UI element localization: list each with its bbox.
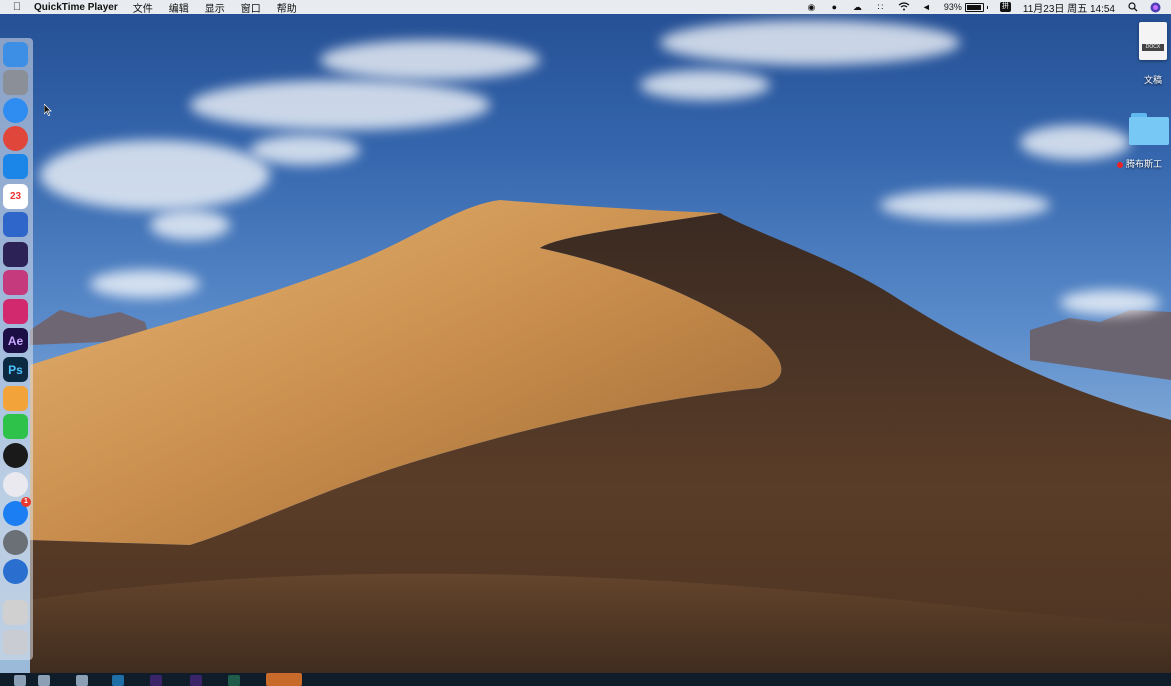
input-method-icon[interactable]: 拼: [999, 2, 1011, 12]
after-effects-icon[interactable]: Ae: [3, 328, 28, 353]
cloud: [40, 140, 270, 210]
wifi-icon[interactable]: [898, 2, 910, 12]
taskbar-file-icon[interactable]: [228, 675, 240, 686]
battery-indicator[interactable]: 93%: [944, 2, 988, 12]
finder-icon[interactable]: [3, 42, 28, 67]
taskbar-network-icon[interactable]: [14, 675, 26, 686]
safari-compass-icon[interactable]: [3, 98, 28, 123]
folder-icon: [1129, 113, 1169, 145]
cloud: [1060, 290, 1160, 315]
music-note-icon[interactable]: [3, 472, 28, 497]
mail-icon[interactable]: [3, 154, 28, 179]
qq-icon[interactable]: ●: [829, 2, 840, 12]
siri-icon[interactable]: [1150, 2, 1161, 13]
app-store-icon[interactable]: 1: [3, 497, 31, 526]
cloud: [1020, 125, 1130, 160]
dock: 23 Ae Ps 1: [0, 38, 33, 660]
calendar-label: 23: [9, 191, 22, 202]
menu-window[interactable]: 窗口: [241, 0, 261, 15]
taskbar-premiere-icon[interactable]: [190, 675, 202, 686]
spotlight-search-icon[interactable]: [1127, 2, 1138, 12]
intellij-icon[interactable]: [3, 299, 28, 324]
trash-icon[interactable]: [3, 630, 28, 655]
menu-help[interactable]: 帮助: [277, 0, 297, 15]
screen-record-icon[interactable]: ◉: [806, 2, 817, 12]
taskbar-search-icon[interactable]: [38, 675, 50, 686]
qq-penguin-icon[interactable]: [3, 443, 28, 468]
battery-percent: 93%: [943, 2, 962, 12]
printer-icon[interactable]: [3, 600, 28, 625]
cloud: [640, 70, 770, 100]
notification-badge: 1: [21, 497, 31, 507]
desktop:  QuickTime Player 文件 编辑 显示 窗口 帮助 ◉ ● ☁ …: [0, 0, 1171, 686]
cloud: [250, 135, 360, 165]
battery-icon: [964, 2, 984, 12]
gear-icon[interactable]: [3, 530, 28, 555]
volume-icon[interactable]: ◄: [921, 2, 932, 12]
photoshop-icon[interactable]: Ps: [3, 357, 28, 382]
butterfly-icon[interactable]: [3, 386, 28, 411]
desktop-folder-label: 腾布斯工: [1117, 157, 1171, 170]
wechat-icon[interactable]: [3, 414, 28, 439]
docx-file-icon: DOCX: [1139, 22, 1167, 60]
mouse-cursor-icon: [44, 104, 52, 116]
bottom-taskbar: [0, 673, 1171, 686]
taskbar-active-app-icon[interactable]: [266, 673, 302, 686]
photoshop-label: Ps: [8, 362, 23, 377]
menu-edit[interactable]: 编辑: [169, 0, 189, 15]
red-tag-icon: [1117, 161, 1123, 168]
app-menu-quicktime[interactable]: QuickTime Player: [34, 2, 118, 13]
date-time[interactable]: 11月23日 周五 14:54: [1023, 0, 1115, 15]
desktop-folder[interactable]: 腾布斯工: [1117, 113, 1171, 170]
apple-logo-icon[interactable]: : [0, 1, 34, 13]
taskbar-premiere-icon[interactable]: [150, 675, 162, 686]
bluetooth-icon[interactable]: ∷: [875, 2, 886, 12]
mojave-dune-wallpaper: [30, 200, 1171, 673]
launchpad-rocket-icon[interactable]: [3, 70, 28, 95]
eclipse-icon[interactable]: [3, 242, 28, 267]
desktop-file-docs[interactable]: DOCX 文稿: [1135, 22, 1171, 86]
menu-file[interactable]: 文件: [133, 0, 153, 15]
cloud: [320, 40, 540, 80]
calendar-icon[interactable]: 23: [3, 184, 28, 209]
chrome-icon[interactable]: [3, 126, 28, 151]
task-check-icon[interactable]: [3, 212, 28, 237]
menu-bar:  QuickTime Player 文件 编辑 显示 窗口 帮助 ◉ ● ☁ …: [0, 0, 1171, 15]
cloud: [880, 190, 1050, 220]
quicktime-icon[interactable]: [3, 559, 28, 584]
desktop-file-label: 文稿: [1143, 75, 1162, 85]
after-effects-label: Ae: [7, 333, 24, 348]
menu-view[interactable]: 显示: [205, 0, 225, 15]
cloud: [150, 210, 230, 240]
taskbar-photoshop-icon[interactable]: [112, 675, 124, 686]
cloud: [660, 20, 960, 65]
cloud: [190, 80, 490, 130]
cloud-icon[interactable]: ☁: [852, 2, 863, 12]
clapper-icon[interactable]: [3, 270, 28, 295]
taskbar-gear-icon[interactable]: [76, 675, 88, 686]
status-area: ◉ ● ☁ ∷ ◄ 93% 拼 11月23日 周五 14:54: [794, 0, 1171, 15]
cloud: [90, 270, 200, 298]
